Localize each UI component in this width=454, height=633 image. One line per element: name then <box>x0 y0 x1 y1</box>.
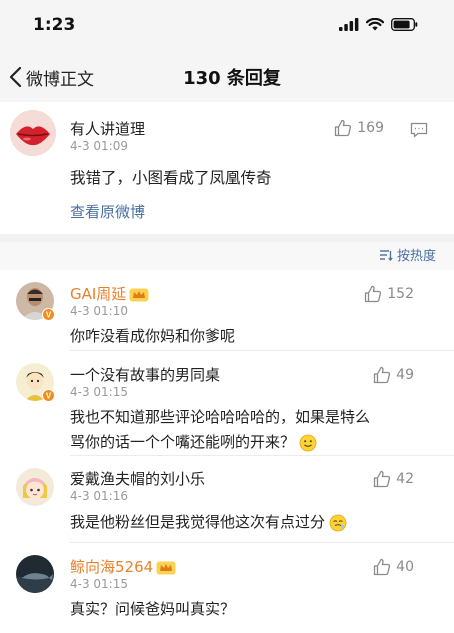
comment-text: 我错了，小图看成了凤凰传奇 <box>70 169 272 187</box>
reply-icon[interactable] <box>410 122 428 138</box>
sort-icon <box>379 249 393 261</box>
avatar[interactable] <box>16 555 54 593</box>
whale-avatar-image <box>16 555 54 593</box>
comment-text-line: 骂你的话一个个嘴还能咧的开来？ <box>70 431 317 452</box>
list-item: V 一个没有故事的男同桌 4-3 01:15 49 我也不知道那些评论哈哈哈哈的… <box>0 351 454 456</box>
page-title: 130 条回复 <box>183 68 281 89</box>
comment-time: 4-3 01:09 <box>70 139 128 153</box>
thumbs-up-icon <box>335 119 352 137</box>
vip-crown-icon <box>156 561 176 574</box>
thumbs-up-icon <box>374 470 391 488</box>
comment-text: 骂你的话一个个嘴还能咧的开来？ <box>70 433 296 451</box>
like-count: 152 <box>387 286 414 302</box>
verified-badge-icon: V <box>42 389 55 402</box>
like-button[interactable]: 152 <box>364 285 414 303</box>
view-original-link[interactable]: 查看原微博 <box>70 201 145 222</box>
comment-time: 4-3 01:10 <box>70 304 128 318</box>
signal-icon <box>339 18 359 31</box>
list-item: V GAI周延 4-3 01:10 152 你咋没看成你妈和你爹呢 <box>0 270 454 351</box>
comment-author[interactable]: 有人讲道理 <box>70 118 145 139</box>
sort-button[interactable]: 按热度 <box>379 245 436 264</box>
comment-time: 4-3 01:15 <box>70 385 128 399</box>
svg-text:V: V <box>46 311 52 320</box>
main-post: 有人讲道理 4-3 01:09 169 我错了，小图看成了凤凰传奇 查看原微博 <box>0 102 454 234</box>
list-item: 鲸向海5264 4-3 01:15 40 真实？问候爸妈叫真实？ <box>0 543 454 633</box>
like-count: 42 <box>396 471 414 487</box>
comment-list: V GAI周延 4-3 01:10 152 你咋没看成你妈和你爹呢 V 一个没有… <box>0 270 454 633</box>
svg-text:V: V <box>46 392 52 401</box>
smile-emoji-icon <box>299 434 317 451</box>
comment-author: 鲸向海5264 <box>70 558 154 576</box>
like-count: 40 <box>396 559 414 575</box>
anime-girl-avatar-image <box>16 468 54 506</box>
sort-bar: 按热度 <box>0 242 454 270</box>
comment-author[interactable]: 一个没有故事的男同桌 <box>70 364 220 385</box>
lips-avatar-image <box>10 110 56 156</box>
comment-text-line: 我也不知道那些评论哈哈哈哈的，如果是特么 <box>70 408 371 426</box>
status-icons <box>339 18 418 31</box>
comment-text: 你咋没看成你妈和你爹呢 <box>70 327 236 345</box>
vip-crown-icon <box>129 288 149 301</box>
like-button[interactable]: 49 <box>373 366 414 384</box>
status-time: 1:23 <box>33 15 76 35</box>
comment-text: 真实？问候爸妈叫真实？ <box>70 600 236 618</box>
thumbs-up-icon <box>365 285 382 303</box>
like-button[interactable]: 42 <box>373 470 414 488</box>
comment-time: 4-3 01:15 <box>70 577 128 591</box>
comment-time: 4-3 01:16 <box>70 489 128 503</box>
avatar[interactable] <box>16 468 54 506</box>
comment-text-line: 我是他粉丝但是我觉得他这次有点过分 <box>70 511 347 532</box>
list-item: 爱戴渔夫帽的刘小乐 4-3 01:16 42 我是他粉丝但是我觉得他这次有点过分 <box>0 456 454 543</box>
like-count: 169 <box>357 120 384 136</box>
comment-text: 我是他粉丝但是我觉得他这次有点过分 <box>70 513 326 531</box>
wifi-icon <box>366 18 384 31</box>
thumbs-up-icon <box>374 366 391 384</box>
verified-badge-icon: V <box>42 308 55 321</box>
sort-label: 按热度 <box>396 249 436 264</box>
sleepy-emoji-icon <box>329 514 347 531</box>
thumbs-up-icon <box>374 558 391 576</box>
like-count: 49 <box>396 367 414 383</box>
comment-author-row[interactable]: 鲸向海5264 <box>70 556 176 577</box>
like-button[interactable]: 40 <box>373 558 414 576</box>
nav-bar: 微博正文 130 条回复 <box>0 52 454 102</box>
status-bar: 1:23 <box>0 0 454 52</box>
avatar[interactable] <box>10 110 56 156</box>
like-button[interactable]: 169 <box>334 119 384 137</box>
comment-author: GAI周延 <box>70 285 127 303</box>
divider <box>0 234 454 242</box>
battery-icon <box>391 18 418 31</box>
comment-author[interactable]: 爱戴渔夫帽的刘小乐 <box>70 468 205 489</box>
comment-author-row[interactable]: GAI周延 <box>70 283 149 304</box>
